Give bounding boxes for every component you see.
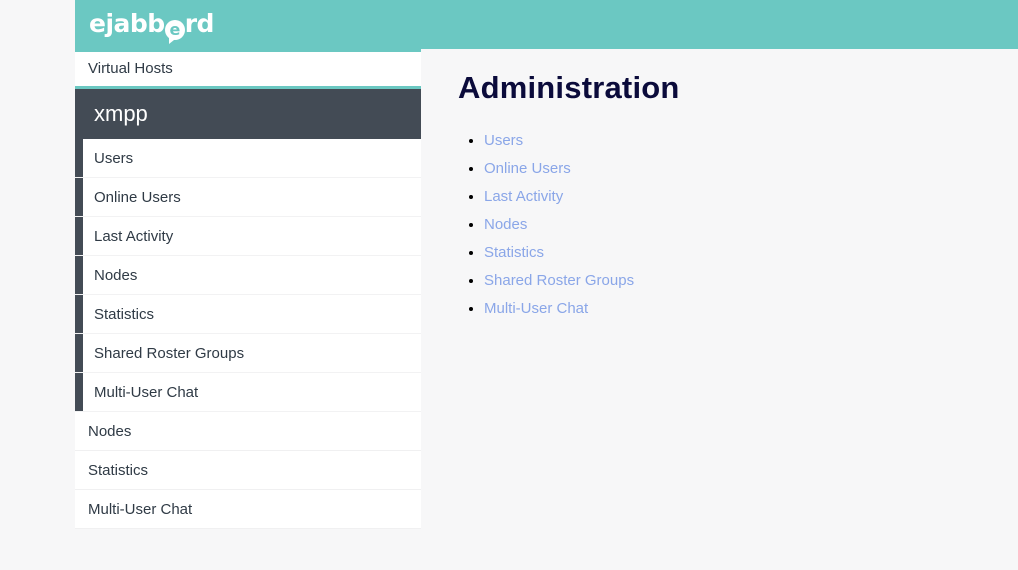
sidebar-item-global-multi-user-chat[interactable]: Multi-User Chat xyxy=(75,490,421,529)
link-last-activity[interactable]: Last Activity xyxy=(484,188,563,205)
list-item: Multi-User Chat xyxy=(484,300,978,318)
sidebar-item-global-nodes[interactable]: Nodes xyxy=(75,412,421,451)
sidebar-item-label: Nodes xyxy=(94,267,138,284)
sidebar-host-title-xmpp[interactable]: xmpp xyxy=(75,89,421,139)
sidebar-item-label: Online Users xyxy=(94,189,181,206)
sidebar-item-global-statistics[interactable]: Statistics xyxy=(75,451,421,490)
sidebar-item-statistics[interactable]: Statistics xyxy=(75,295,421,334)
list-item: Last Activity xyxy=(484,188,978,206)
list-item: Nodes xyxy=(484,216,978,234)
link-shared-roster-groups[interactable]: Shared Roster Groups xyxy=(484,272,634,289)
sidebar-item-multi-user-chat[interactable]: Multi-User Chat xyxy=(75,373,421,412)
main-content: Administration Users Online Users Last A… xyxy=(458,70,978,328)
sidebar-nav: Virtual Hosts xmpp Users Online Users La… xyxy=(75,49,421,529)
link-multi-user-chat[interactable]: Multi-User Chat xyxy=(484,300,588,317)
sidebar-item-users[interactable]: Users xyxy=(75,139,421,178)
sidebar-item-label: Statistics xyxy=(94,306,155,323)
sidebar-item-online-users[interactable]: Online Users xyxy=(75,178,421,217)
host-name-label: xmpp xyxy=(94,101,148,126)
link-statistics[interactable]: Statistics xyxy=(484,244,544,261)
app-header: ejabb e rd xyxy=(75,0,1018,49)
sidebar-host-subitems: Users Online Users Last Activity Nodes S… xyxy=(75,139,421,412)
sidebar-item-label: Last Activity xyxy=(94,228,174,245)
link-online-users[interactable]: Online Users xyxy=(484,160,571,177)
sidebar-item-label: Nodes xyxy=(88,423,132,440)
link-nodes[interactable]: Nodes xyxy=(484,216,527,233)
sidebar-item-shared-roster-groups[interactable]: Shared Roster Groups xyxy=(75,334,421,373)
admin-link-list: Users Online Users Last Activity Nodes S… xyxy=(458,132,978,318)
sidebar-item-label: Multi-User Chat xyxy=(94,384,199,401)
list-item: Statistics xyxy=(484,244,978,262)
sidebar-item-nodes[interactable]: Nodes xyxy=(75,256,421,295)
sidebar-item-label: Statistics xyxy=(88,462,149,479)
list-item: Users xyxy=(484,132,978,150)
sidebar-item-label: Multi-User Chat xyxy=(88,501,193,518)
speech-bubble-e-icon: e xyxy=(164,20,185,44)
link-users[interactable]: Users xyxy=(484,132,523,149)
ejabberd-logo: ejabb e rd xyxy=(89,7,215,44)
sidebar-item-last-activity[interactable]: Last Activity xyxy=(75,217,421,256)
sidebar-item-label: Shared Roster Groups xyxy=(94,345,245,362)
list-item: Shared Roster Groups xyxy=(484,272,978,290)
logo-text-last: rd xyxy=(184,9,215,38)
sidebar-item-label: Virtual Hosts xyxy=(88,60,173,77)
sidebar-item-label: Users xyxy=(94,150,134,167)
page-title: Administration xyxy=(458,70,680,105)
logo-text-first: ejabb xyxy=(89,9,165,38)
list-item: Online Users xyxy=(484,160,978,178)
sidebar-item-virtual-hosts[interactable]: Virtual Hosts xyxy=(75,49,421,89)
